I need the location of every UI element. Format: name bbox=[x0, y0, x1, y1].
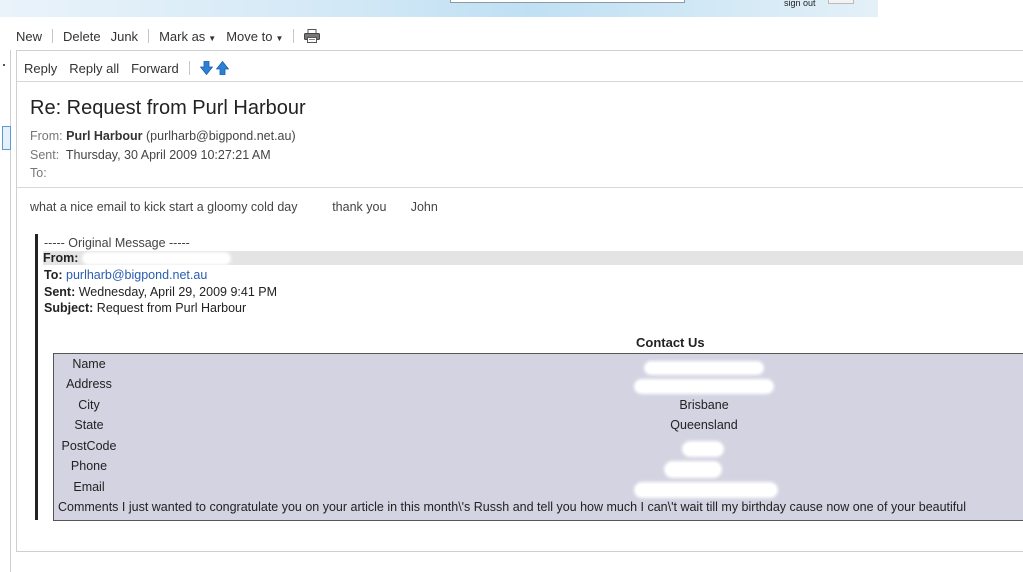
to-label: To: bbox=[30, 166, 47, 180]
toolbar-divider bbox=[293, 29, 295, 43]
toolbar-divider bbox=[148, 29, 150, 43]
top-banner: sign out bbox=[0, 0, 878, 17]
main-toolbar: New Delete Junk Mark as ▼ Move to ▼ bbox=[16, 27, 321, 45]
print-icon[interactable] bbox=[304, 29, 321, 43]
junk-button[interactable]: Junk bbox=[111, 29, 138, 44]
sent-label: Sent: bbox=[30, 148, 60, 162]
original-title: ----- Original Message ----- bbox=[44, 236, 190, 250]
redacted-block bbox=[684, 443, 722, 455]
moveto-label: Move to bbox=[226, 28, 273, 44]
row-label: Address bbox=[66, 377, 112, 391]
comments-text: Comments I just wanted to congratulate y… bbox=[58, 500, 967, 514]
row-value: Queensland bbox=[670, 418, 738, 432]
original-to-label: To: bbox=[44, 268, 63, 282]
original-to-line: To: purlharb@bigpond.net.au bbox=[44, 268, 207, 282]
table-row: Comments I just wanted to congratulate y… bbox=[54, 500, 1023, 520]
row-label: City bbox=[78, 398, 100, 412]
row-label: Name bbox=[72, 357, 106, 371]
contact-table: Name Address City Brisbane State Queensl… bbox=[53, 353, 1023, 521]
row-label: State bbox=[74, 418, 104, 432]
avatar[interactable] bbox=[828, 0, 854, 4]
original-from-line: From: bbox=[43, 251, 1023, 265]
from-line: From: Purl Harbour (purlharb@bigpond.net… bbox=[30, 129, 296, 143]
redacted-block bbox=[646, 363, 762, 373]
original-sent-line: Sent: Wednesday, April 29, 2009 9:41 PM bbox=[44, 285, 277, 299]
pane-marker bbox=[3, 64, 5, 66]
sent-line: Sent: Thursday, 30 April 2009 10:27:21 A… bbox=[30, 148, 271, 162]
original-to-email[interactable]: purlharb@bigpond.net.au bbox=[66, 268, 207, 282]
redacted-block bbox=[666, 463, 720, 476]
table-row: City Brisbane bbox=[54, 398, 1023, 418]
markas-menu[interactable]: Mark as ▼ bbox=[159, 29, 216, 44]
forward-button[interactable]: Forward bbox=[131, 61, 179, 76]
from-name[interactable]: Purl Harbour bbox=[66, 129, 142, 143]
reading-pane: Reply Reply all Forward Re: Request from… bbox=[16, 50, 1023, 552]
table-row: State Queensland bbox=[54, 418, 1023, 438]
table-row: Name bbox=[54, 357, 1023, 377]
selected-folder-marker[interactable] bbox=[2, 126, 11, 150]
caret-down-icon: ▼ bbox=[275, 33, 284, 43]
signout-link[interactable]: sign out bbox=[784, 0, 816, 8]
divider bbox=[17, 187, 1023, 188]
delete-button[interactable]: Delete bbox=[63, 29, 101, 44]
divider bbox=[17, 81, 1023, 82]
row-value: Brisbane bbox=[679, 398, 729, 412]
moveto-menu[interactable]: Move to ▼ bbox=[226, 29, 283, 44]
arrow-up-icon[interactable] bbox=[215, 60, 230, 76]
from-email: (purlharb@bigpond.net.au) bbox=[146, 129, 296, 143]
table-row: Email bbox=[54, 480, 1023, 500]
message-subject: Re: Request from Purl Harbour bbox=[30, 97, 306, 119]
replyall-button[interactable]: Reply all bbox=[69, 61, 119, 76]
original-subject-label: Subject: bbox=[44, 301, 94, 315]
caret-down-icon: ▼ bbox=[208, 33, 217, 43]
row-label: Email bbox=[73, 480, 105, 494]
original-sent-value: Wednesday, April 29, 2009 9:41 PM bbox=[78, 285, 278, 299]
redacted-block bbox=[83, 254, 229, 263]
table-row: Address bbox=[54, 377, 1023, 397]
table-row: PostCode bbox=[54, 439, 1023, 459]
row-label: PostCode bbox=[61, 439, 117, 453]
original-from-label: From: bbox=[43, 251, 79, 265]
row-label: Phone bbox=[70, 459, 108, 473]
folder-pane bbox=[0, 50, 11, 572]
contact-title: Contact Us bbox=[636, 335, 705, 350]
original-sent-label: Sent: bbox=[44, 285, 76, 299]
reply-button[interactable]: Reply bbox=[24, 61, 57, 76]
sent-value: Thursday, 30 April 2009 10:27:21 AM bbox=[65, 148, 271, 162]
search-input[interactable] bbox=[450, 0, 685, 3]
from-label: From: bbox=[30, 129, 63, 143]
arrow-down-icon[interactable] bbox=[199, 60, 214, 76]
message-body: what a nice email to kick start a gloomy… bbox=[30, 200, 438, 214]
toolbar-divider bbox=[52, 29, 54, 43]
new-button[interactable]: New bbox=[16, 29, 42, 44]
quoted-original: ----- Original Message ----- From: To: p… bbox=[35, 234, 1023, 521]
message-toolbar: Reply Reply all Forward bbox=[24, 59, 230, 77]
toolbar-divider bbox=[188, 61, 190, 75]
original-subject-value: Request from Purl Harbour bbox=[96, 301, 247, 315]
redacted-block bbox=[636, 381, 772, 392]
redacted-block bbox=[636, 484, 776, 496]
original-subject-line: Subject: Request from Purl Harbour bbox=[44, 301, 246, 315]
markas-label: Mark as bbox=[159, 28, 206, 44]
table-row: Phone bbox=[54, 459, 1023, 479]
to-line: To: bbox=[30, 166, 47, 180]
